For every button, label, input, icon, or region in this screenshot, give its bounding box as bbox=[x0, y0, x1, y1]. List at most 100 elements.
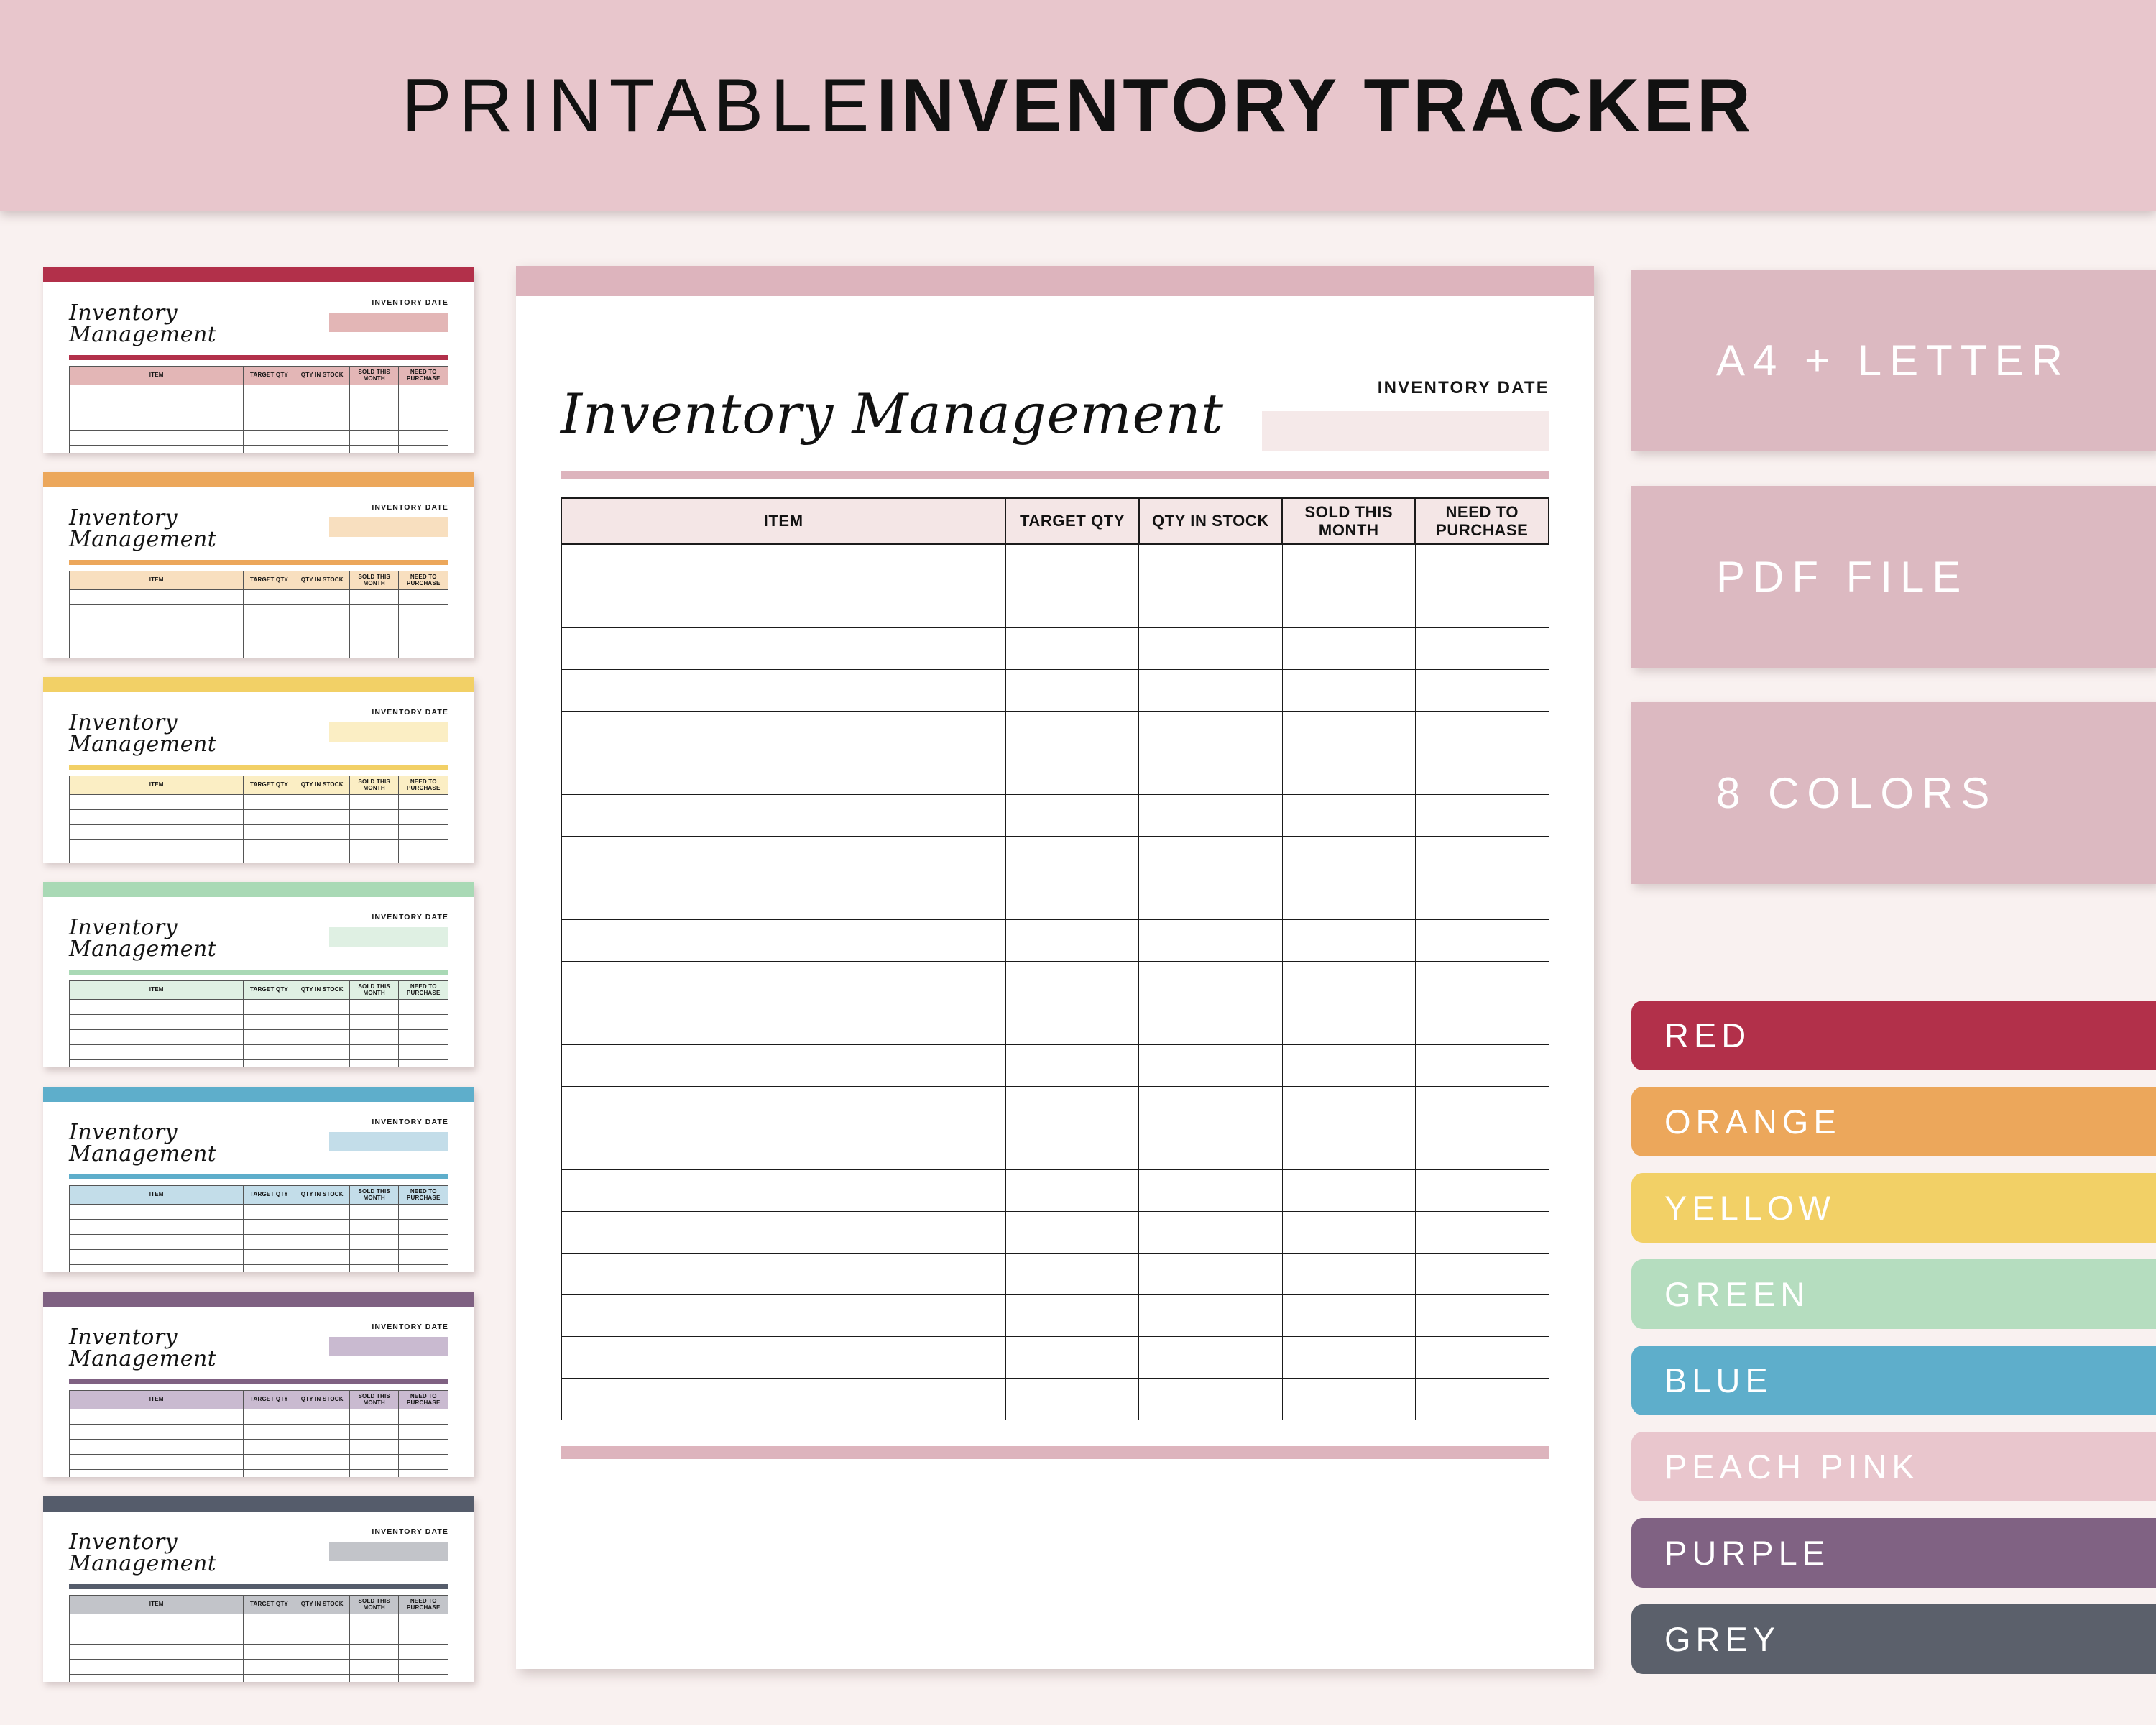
cell-qty-in-stock[interactable] bbox=[1138, 752, 1283, 795]
cell-item[interactable] bbox=[561, 1169, 1006, 1212]
cell-item[interactable] bbox=[561, 1210, 1006, 1254]
cell-qty-in-stock[interactable] bbox=[1138, 710, 1283, 753]
cell-qty-in-stock[interactable] bbox=[1138, 1169, 1283, 1212]
cell-item[interactable] bbox=[561, 960, 1006, 1003]
thumbnail-yellow[interactable]: Inventory Management INVENTORY DATE ITEM TA… bbox=[43, 677, 474, 862]
cell-target-qty[interactable] bbox=[1005, 877, 1140, 920]
cell-item[interactable] bbox=[561, 752, 1006, 795]
cell-item[interactable] bbox=[561, 1085, 1006, 1128]
cell-sold-this-month[interactable] bbox=[1281, 1335, 1416, 1379]
cell-qty-in-stock[interactable] bbox=[1138, 543, 1283, 586]
cell-qty-in-stock[interactable] bbox=[1138, 1335, 1283, 1379]
cell-need-to-purchase[interactable] bbox=[1414, 1044, 1549, 1087]
cell-qty-in-stock[interactable] bbox=[1138, 1377, 1283, 1420]
cell-sold-this-month[interactable] bbox=[1281, 668, 1416, 712]
cell-sold-this-month[interactable] bbox=[1281, 710, 1416, 753]
main-document-preview[interactable]: Inventory Management INVENTORY DATE ITEM… bbox=[516, 266, 1594, 1669]
color-swatch-blue[interactable]: BLUE bbox=[1631, 1346, 2156, 1415]
cell-item[interactable] bbox=[561, 668, 1006, 712]
cell-sold-this-month[interactable] bbox=[1281, 794, 1416, 837]
cell-target-qty[interactable] bbox=[1005, 835, 1140, 878]
cell-need-to-purchase[interactable] bbox=[1414, 543, 1549, 586]
cell-qty-in-stock[interactable] bbox=[1138, 960, 1283, 1003]
cell-target-qty[interactable] bbox=[1005, 1002, 1140, 1045]
cell-sold-this-month[interactable] bbox=[1281, 1085, 1416, 1128]
cell-item[interactable] bbox=[561, 1252, 1006, 1295]
cell-target-qty[interactable] bbox=[1005, 1335, 1140, 1379]
cell-qty-in-stock[interactable] bbox=[1138, 877, 1283, 920]
thumbnail-purple[interactable]: Inventory Management INVENTORY DATE ITEM TA… bbox=[43, 1292, 474, 1477]
cell-need-to-purchase[interactable] bbox=[1414, 1169, 1549, 1212]
cell-need-to-purchase[interactable] bbox=[1414, 1252, 1549, 1295]
color-swatch-orange[interactable]: ORANGE bbox=[1631, 1087, 2156, 1156]
color-swatch-red[interactable]: RED bbox=[1631, 1000, 2156, 1070]
cell-target-qty[interactable] bbox=[1005, 543, 1140, 586]
cell-need-to-purchase[interactable] bbox=[1414, 585, 1549, 628]
cell-need-to-purchase[interactable] bbox=[1414, 1085, 1549, 1128]
cell-sold-this-month[interactable] bbox=[1281, 1002, 1416, 1045]
cell-sold-this-month[interactable] bbox=[1281, 960, 1416, 1003]
cell-sold-this-month[interactable] bbox=[1281, 1169, 1416, 1212]
color-swatch-grey[interactable]: GREY bbox=[1631, 1604, 2156, 1674]
cell-qty-in-stock[interactable] bbox=[1138, 1044, 1283, 1087]
cell-sold-this-month[interactable] bbox=[1281, 1252, 1416, 1295]
cell-qty-in-stock[interactable] bbox=[1138, 627, 1283, 670]
cell-sold-this-month[interactable] bbox=[1281, 752, 1416, 795]
cell-item[interactable] bbox=[561, 1335, 1006, 1379]
cell-item[interactable] bbox=[561, 877, 1006, 920]
cell-qty-in-stock[interactable] bbox=[1138, 794, 1283, 837]
cell-need-to-purchase[interactable] bbox=[1414, 1210, 1549, 1254]
cell-sold-this-month[interactable] bbox=[1281, 1377, 1416, 1420]
cell-target-qty[interactable] bbox=[1005, 1294, 1140, 1337]
cell-sold-this-month[interactable] bbox=[1281, 585, 1416, 628]
color-swatch-purple[interactable]: PURPLE bbox=[1631, 1518, 2156, 1588]
cell-qty-in-stock[interactable] bbox=[1138, 1002, 1283, 1045]
cell-item[interactable] bbox=[561, 627, 1006, 670]
cell-sold-this-month[interactable] bbox=[1281, 835, 1416, 878]
cell-target-qty[interactable] bbox=[1005, 1044, 1140, 1087]
cell-item[interactable] bbox=[561, 1294, 1006, 1337]
thumbnail-grey[interactable]: Inventory Management INVENTORY DATE ITEM TA… bbox=[43, 1496, 474, 1682]
cell-target-qty[interactable] bbox=[1005, 710, 1140, 753]
cell-qty-in-stock[interactable] bbox=[1138, 919, 1283, 962]
cell-target-qty[interactable] bbox=[1005, 1169, 1140, 1212]
cell-item[interactable] bbox=[561, 543, 1006, 586]
color-swatch-green[interactable]: GREEN bbox=[1631, 1259, 2156, 1329]
cell-qty-in-stock[interactable] bbox=[1138, 1127, 1283, 1170]
cell-need-to-purchase[interactable] bbox=[1414, 1294, 1549, 1337]
cell-target-qty[interactable] bbox=[1005, 1127, 1140, 1170]
cell-need-to-purchase[interactable] bbox=[1414, 1335, 1549, 1379]
cell-sold-this-month[interactable] bbox=[1281, 627, 1416, 670]
cell-need-to-purchase[interactable] bbox=[1414, 1002, 1549, 1045]
cell-need-to-purchase[interactable] bbox=[1414, 877, 1549, 920]
cell-target-qty[interactable] bbox=[1005, 1377, 1140, 1420]
cell-need-to-purchase[interactable] bbox=[1414, 627, 1549, 670]
cell-target-qty[interactable] bbox=[1005, 668, 1140, 712]
cell-need-to-purchase[interactable] bbox=[1414, 1377, 1549, 1420]
color-swatch-yellow[interactable]: YELLOW bbox=[1631, 1173, 2156, 1243]
inventory-date-input[interactable] bbox=[1262, 411, 1549, 451]
cell-target-qty[interactable] bbox=[1005, 585, 1140, 628]
cell-item[interactable] bbox=[561, 585, 1006, 628]
cell-target-qty[interactable] bbox=[1005, 960, 1140, 1003]
cell-need-to-purchase[interactable] bbox=[1414, 668, 1549, 712]
cell-need-to-purchase[interactable] bbox=[1414, 1127, 1549, 1170]
cell-item[interactable] bbox=[561, 835, 1006, 878]
thumbnail-orange[interactable]: Inventory Management INVENTORY DATE ITEM TA… bbox=[43, 472, 474, 658]
cell-qty-in-stock[interactable] bbox=[1138, 1294, 1283, 1337]
cell-qty-in-stock[interactable] bbox=[1138, 1210, 1283, 1254]
cell-need-to-purchase[interactable] bbox=[1414, 960, 1549, 1003]
cell-need-to-purchase[interactable] bbox=[1414, 752, 1549, 795]
cell-item[interactable] bbox=[561, 919, 1006, 962]
cell-qty-in-stock[interactable] bbox=[1138, 1085, 1283, 1128]
cell-sold-this-month[interactable] bbox=[1281, 877, 1416, 920]
cell-sold-this-month[interactable] bbox=[1281, 1210, 1416, 1254]
cell-item[interactable] bbox=[561, 794, 1006, 837]
cell-target-qty[interactable] bbox=[1005, 1252, 1140, 1295]
cell-qty-in-stock[interactable] bbox=[1138, 1252, 1283, 1295]
cell-target-qty[interactable] bbox=[1005, 1210, 1140, 1254]
cell-sold-this-month[interactable] bbox=[1281, 1127, 1416, 1170]
cell-target-qty[interactable] bbox=[1005, 752, 1140, 795]
cell-target-qty[interactable] bbox=[1005, 919, 1140, 962]
cell-need-to-purchase[interactable] bbox=[1414, 835, 1549, 878]
